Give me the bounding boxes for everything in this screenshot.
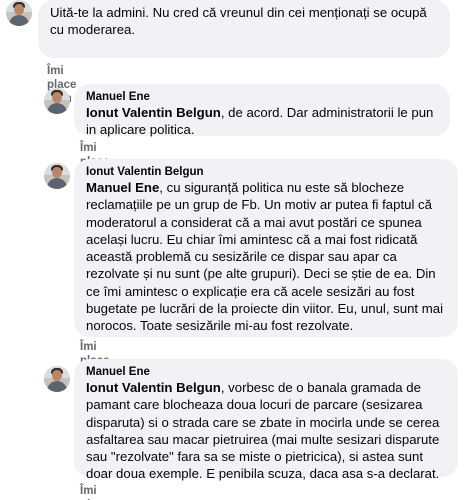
comment-author[interactable]: Ionut Valentin Belgun — [86, 165, 446, 179]
comment-text: Ionut Valentin Belgun, de acord. Dar adm… — [86, 104, 438, 139]
comment-actions: Îmi place 8h — [80, 141, 109, 182]
comment-body: , cu siguranță politica nu este să bloch… — [86, 180, 444, 334]
comment-author[interactable]: Manuel Ene — [86, 365, 446, 379]
comment-bubble: Ionut Valentin Belgun Manuel Ene, cu sig… — [74, 159, 458, 337]
mention-link[interactable]: Ionut Valentin Belgun — [86, 105, 221, 120]
comment-text: Uită-te la admini. Nu cred că vreunul di… — [50, 5, 427, 38]
comment-bubble: Manuel Ene Ionut Valentin Belgun, vorbes… — [74, 359, 458, 481]
comment-actions: Îmi place 9h — [47, 64, 76, 105]
comment-text: Manuel Ene, cu siguranță politica nu est… — [86, 179, 446, 335]
comment-bubble: Manuel Ene Ionut Valentin Belgun, de aco… — [74, 84, 450, 139]
avatar[interactable] — [44, 163, 70, 189]
mention-link[interactable]: Manuel Ene — [86, 180, 159, 195]
avatar[interactable] — [44, 366, 70, 392]
like-button[interactable]: Îmi place — [80, 485, 109, 500]
comment-body: , vorbesc de o banala gramada de pamant … — [86, 380, 440, 482]
comment-actions: Îmi place 3h — [80, 340, 109, 381]
avatar[interactable] — [6, 0, 32, 26]
comment-bubble: Uită-te la admini. Nu cred că vreunul di… — [38, 0, 450, 58]
comment-author[interactable]: Manuel Ene — [86, 90, 438, 104]
avatar[interactable] — [44, 88, 70, 114]
comment-actions: Îmi place 3h — [80, 484, 109, 500]
mention-link[interactable]: Ionut Valentin Belgun — [86, 380, 221, 395]
comment-text: Ionut Valentin Belgun, vorbesc de o bana… — [86, 379, 446, 483]
